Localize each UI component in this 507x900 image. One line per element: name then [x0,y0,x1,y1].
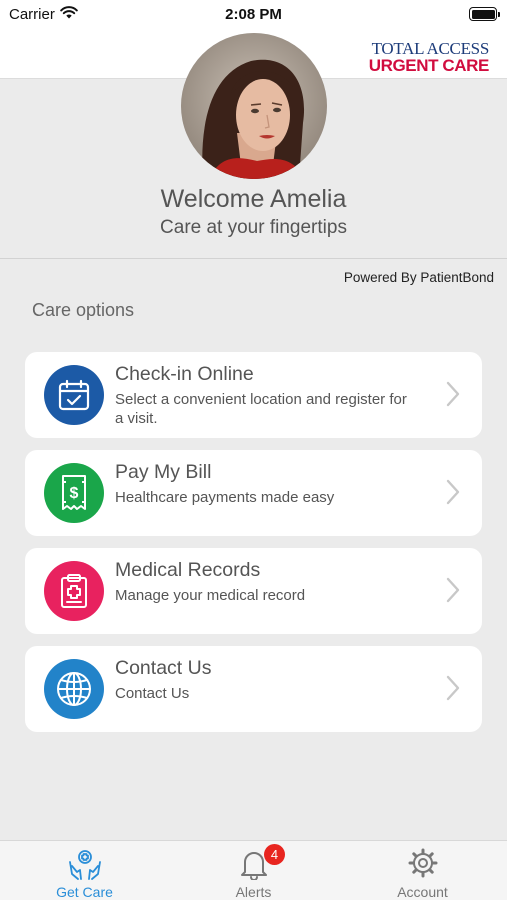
option-subtitle: Contact Us [115,685,190,702]
option-subtitle: Manage your medical record [115,587,306,604]
receipt-dollar-icon: $ [44,463,104,523]
chevron-right-icon [446,675,460,706]
tagline: Care at your fingertips [160,217,347,238]
chevron-right-icon [446,577,460,608]
avatar[interactable] [181,33,327,179]
hands-care-icon [0,848,169,880]
option-title: Check-in Online [115,363,254,385]
brand-line-2: URGENT CARE [368,56,490,75]
chevron-right-icon [446,381,460,412]
tab-alerts[interactable]: 4 Alerts [169,841,338,900]
bell-icon [169,848,338,880]
tab-get-care[interactable]: Get Care [0,841,169,900]
brand-line-1: TOTAL ACCESS [371,39,490,58]
section-title: Care options [32,300,135,320]
welcome-heading: Welcome Amelia [160,185,347,213]
powered-by-label: Powered By PatientBond [343,270,494,285]
alerts-badge: 4 [264,844,285,865]
option-title: Pay My Bill [115,461,212,483]
svg-text:$: $ [70,485,79,502]
gear-icon [338,848,507,878]
option-card-check-in[interactable]: Check-in Online Select a convenient loca… [25,352,482,438]
option-card-medical-records[interactable]: Medical Records Manage your medical reco… [25,548,482,634]
tab-label: Alerts [235,884,272,900]
option-card-contact-us[interactable]: Contact Us Contact Us [25,646,482,732]
globe-icon [44,659,104,719]
status-bar: Carrier 2:08 PM [0,0,507,30]
option-subtitle: Select a convenient location and registe… [115,391,407,427]
calendar-check-icon [44,365,104,425]
option-title: Medical Records [115,559,261,581]
tab-label: Get Care [56,884,113,900]
tab-account[interactable]: Account [338,841,507,900]
option-card-pay-bill[interactable]: $ Pay My Bill Healthcare payments made e… [25,450,482,536]
chevron-right-icon [446,479,460,510]
status-time: 2:08 PM [225,6,282,23]
clipboard-medical-icon [44,561,104,621]
option-subtitle: Healthcare payments made easy [115,489,335,506]
option-title: Contact Us [115,657,212,679]
tab-label: Account [397,884,448,900]
brand-logo: TOTAL ACCESS URGENT CARE [368,39,490,75]
battery-icon [469,7,500,21]
tab-bar: Get Care 4 Alerts Account [0,840,507,900]
divider [0,258,507,259]
